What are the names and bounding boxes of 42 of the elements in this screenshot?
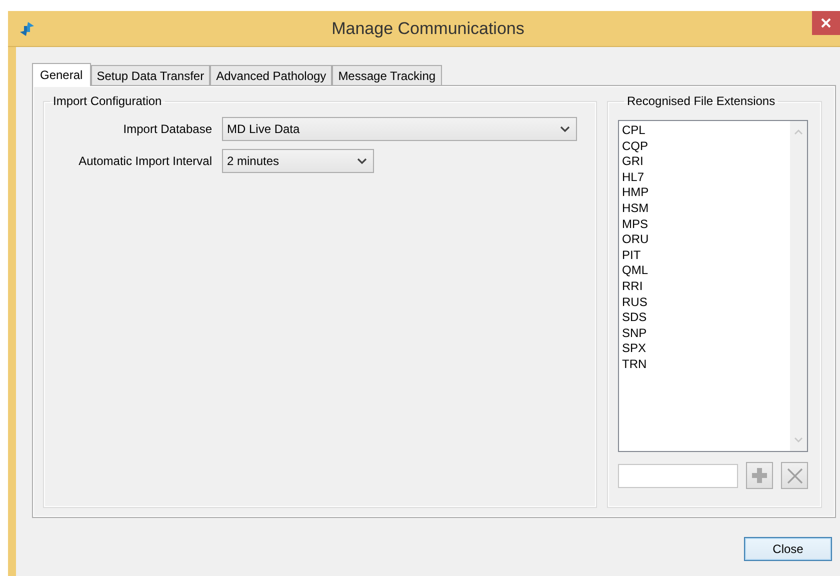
dropdown[interactable]: MD Live Data xyxy=(222,117,577,141)
chevron-up-icon xyxy=(794,129,803,135)
tab[interactable]: Message Tracking xyxy=(332,65,442,85)
group-title: Import Configuration xyxy=(52,94,163,108)
chevron-down-icon xyxy=(560,126,570,132)
list-item[interactable]: SPX xyxy=(622,341,790,357)
list-item[interactable]: CQP xyxy=(622,138,790,154)
list-item[interactable]: HSM xyxy=(622,200,790,217)
list-item[interactable]: SDS xyxy=(622,310,790,326)
tab[interactable]: General xyxy=(32,63,91,86)
list-item[interactable]: HL7 xyxy=(622,170,790,186)
arrows-icon xyxy=(18,20,36,38)
close-button[interactable] xyxy=(812,11,840,35)
list-item[interactable]: QML xyxy=(622,263,790,279)
field-label: Automatic Import Interval xyxy=(78,154,213,168)
field-label: Import Database xyxy=(122,122,213,136)
list-item[interactable]: TRN xyxy=(622,356,790,372)
scrollbar[interactable] xyxy=(790,121,807,451)
close-icon xyxy=(821,18,831,28)
chevron-down-icon xyxy=(794,437,803,443)
tab[interactable]: Setup Data Transfer xyxy=(90,65,210,85)
group-title: Recognised File Extensions xyxy=(626,94,776,108)
close-button[interactable]: Close xyxy=(744,537,832,561)
list-item[interactable]: PIT xyxy=(622,248,790,264)
extension-field[interactable] xyxy=(618,464,738,488)
add-button[interactable] xyxy=(746,462,773,489)
close-icon xyxy=(786,468,802,484)
window-title: Manage Communications xyxy=(330,18,526,38)
list-box[interactable]: CPL CQP GRI HL7 HMP HSM MPS ORU PIT QML RRI RUS SDS SNP SPX TRN xyxy=(618,120,808,452)
dropdown[interactable]: 2 minutes xyxy=(222,149,374,173)
remove-button[interactable] xyxy=(781,462,808,489)
plus-icon xyxy=(752,468,767,483)
chevron-down-icon xyxy=(357,158,367,164)
list-item[interactable]: MPS xyxy=(622,216,790,232)
list-item[interactable]: HMP xyxy=(622,185,790,201)
list-item[interactable]: RUS xyxy=(622,294,790,310)
list-item[interactable]: CPL xyxy=(622,123,790,139)
list-item[interactable]: ORU xyxy=(622,232,790,248)
tab[interactable]: Advanced Pathology xyxy=(210,65,332,85)
list-item[interactable]: GRI xyxy=(622,154,790,170)
list-item[interactable]: RRI xyxy=(622,278,790,295)
list-item[interactable]: SNP xyxy=(622,326,790,342)
